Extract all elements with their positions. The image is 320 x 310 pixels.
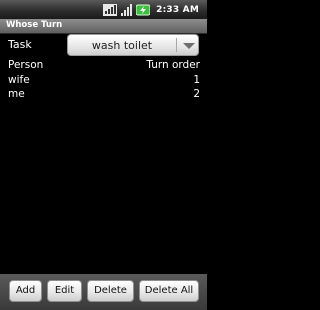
status-time: 2:33 AM <box>156 4 199 15</box>
status-icons: 2:33 AM <box>103 2 199 17</box>
edit-button[interactable]: Edit <box>47 280 82 302</box>
row-person: me <box>8 88 25 100</box>
task-spinner[interactable]: wash toilet <box>67 34 199 56</box>
delete-button[interactable]: Delete <box>87 280 134 302</box>
status-bar: 2:33 AM <box>0 0 207 19</box>
row-turn-order: 2 <box>193 88 200 100</box>
signal-strength-icon <box>121 3 133 16</box>
app-title: Whose Turn <box>6 20 63 30</box>
column-header-person: Person <box>8 59 44 71</box>
bottom-button-bar: Add Edit Delete Delete All <box>0 274 207 310</box>
spinner-divider <box>176 38 177 52</box>
task-label: Task <box>8 38 32 51</box>
battery-charging-icon <box>136 4 151 15</box>
table-row[interactable]: me 2 <box>0 88 207 102</box>
row-person: wife <box>8 74 30 86</box>
table-row[interactable]: wife 1 <box>0 74 207 88</box>
delete-all-button[interactable]: Delete All <box>139 280 199 302</box>
chevron-down-icon <box>183 43 195 49</box>
column-header-turn-order: Turn order <box>146 59 200 71</box>
app-title-bar: Whose Turn <box>0 19 207 34</box>
network-3g-icon <box>103 3 118 16</box>
task-spinner-value: wash toilet <box>91 39 153 52</box>
row-turn-order: 1 <box>193 74 200 86</box>
add-button[interactable]: Add <box>9 280 42 302</box>
